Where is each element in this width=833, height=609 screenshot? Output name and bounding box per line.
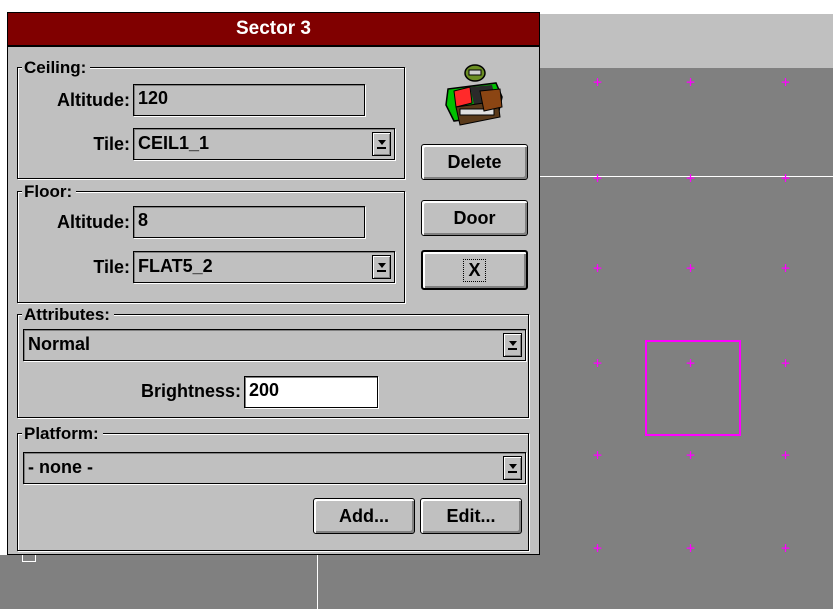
brightness-label: Brightness: [140,381,241,401]
door-button[interactable]: Door [421,200,528,236]
delete-button[interactable]: Delete [421,144,528,180]
attributes-legend: Attributes: [22,306,114,323]
ceiling-group: Ceiling: [17,59,405,179]
add-platform-button[interactable]: Add... [313,498,415,534]
ceiling-legend: Ceiling: [22,59,91,76]
grid-marker: + [780,354,791,372]
grid-marker: + [592,73,603,91]
floor-tile-dropdown[interactable]: FLAT5_2 [133,251,395,283]
grid-marker: + [685,539,696,557]
grid-marker: + [592,354,603,372]
floor-legend: Floor: [22,183,77,200]
editor-toolbar-area [540,14,833,69]
grid-marker: + [780,169,791,187]
platform-legend: Platform: [22,425,103,442]
floor-altitude-field[interactable]: 8 [133,206,365,238]
sector-dialog: Sector 3 Ceiling: Altitude: 120 Tile: CE… [7,12,540,555]
ceiling-altitude-field[interactable]: 120 [133,84,365,116]
floor-altitude-label: Altitude: [57,212,130,232]
dropdown-arrow-icon[interactable] [503,456,522,480]
floor-group: Floor: [17,183,405,303]
platform-value: - none - [28,457,93,477]
grid-marker: + [685,259,696,277]
dropdown-arrow-icon[interactable] [503,333,522,357]
grid-marker: + [592,169,603,187]
platform-dropdown[interactable]: - none - [23,452,526,484]
attributes-dropdown[interactable]: Normal [23,329,526,361]
doom-marine-icon [445,64,503,126]
map-line-stub [22,555,36,562]
grid-marker: + [780,446,791,464]
map-canvas[interactable] [540,69,833,609]
dialog-title: Sector 3 [236,18,311,39]
edit-platform-button[interactable]: Edit... [420,498,522,534]
ceiling-altitude-label: Altitude: [57,90,130,110]
grid-marker: + [592,259,603,277]
grid-marker: + [780,259,791,277]
grid-marker: + [780,73,791,91]
grid-marker: + [685,446,696,464]
ceiling-tile-dropdown[interactable]: CEIL1_1 [133,128,395,160]
brightness-field[interactable]: 200 [244,376,378,408]
map-vertical-line[interactable] [317,555,318,609]
dialog-title-bar[interactable]: Sector 3 [8,13,539,47]
floor-tile-label: Tile: [93,257,130,277]
map-canvas-lower[interactable] [0,555,540,609]
dropdown-arrow-icon[interactable] [372,255,391,279]
grid-marker: + [685,169,696,187]
grid-marker: + [592,446,603,464]
ceiling-tile-label: Tile: [93,134,130,154]
grid-marker: + [592,539,603,557]
floor-tile-value: FLAT5_2 [138,256,213,276]
attributes-value: Normal [28,334,91,354]
grid-marker: + [780,539,791,557]
ceiling-tile-value: CEIL1_1 [138,133,210,153]
grid-marker: + [685,354,696,372]
grid-marker: + [685,73,696,91]
close-button[interactable]: X [421,250,528,290]
dropdown-arrow-icon[interactable] [372,132,391,156]
